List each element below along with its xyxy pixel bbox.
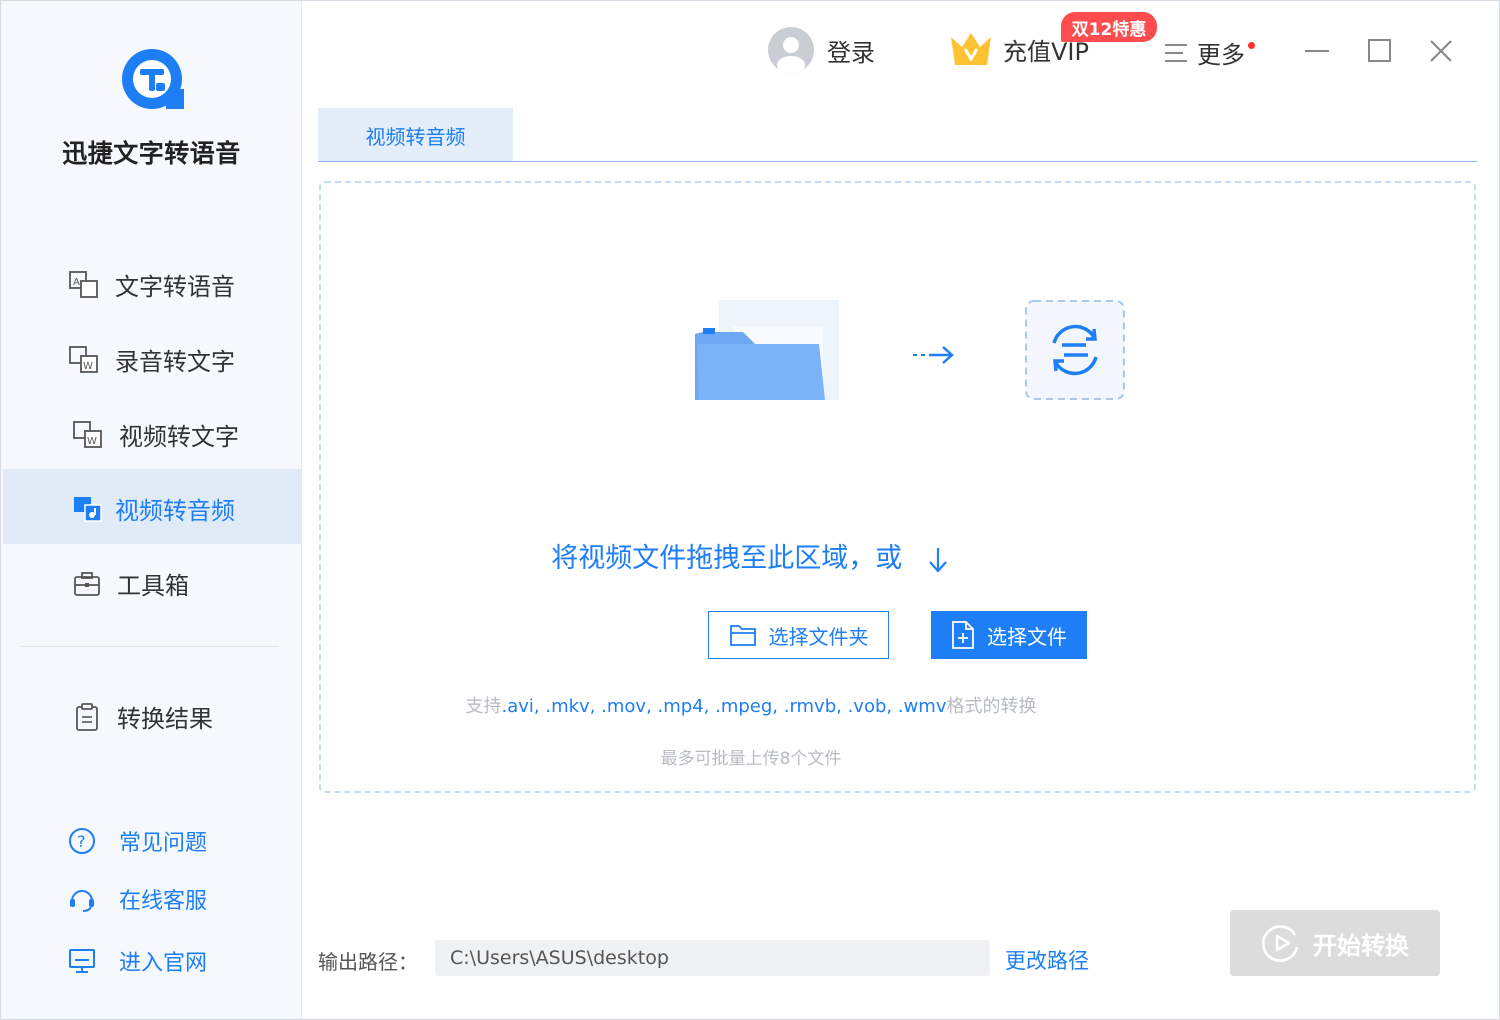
start-convert-button[interactable]: 开始转换 — [1230, 910, 1440, 976]
play-icon — [1262, 925, 1299, 962]
drop-instruction-text: 将视频文件拖拽至此区域，或 — [551, 543, 903, 574]
svg-text:W: W — [83, 361, 93, 372]
help-label: 在线客服 — [119, 889, 208, 914]
nav-label: 视频转音频 — [115, 497, 235, 525]
login-button[interactable]: 登录 — [768, 27, 875, 73]
support-formats: .avi, .mkv, .mov, .mp4, .mpeg, .rmvb, .v… — [501, 696, 947, 717]
help-label: 常见问题 — [119, 831, 208, 856]
svg-text:?: ? — [77, 832, 86, 851]
video-to-text-icon: W — [73, 421, 102, 448]
text-to-speech-icon: A — [69, 271, 98, 298]
user-icon — [777, 37, 805, 73]
more-menu-button[interactable]: 更多 — [1163, 35, 1245, 70]
svg-text:A: A — [73, 277, 80, 288]
login-label: 登录 — [827, 38, 875, 67]
select-file-button[interactable]: 选择文件 — [931, 611, 1087, 659]
close-icon[interactable] — [1421, 31, 1461, 71]
maximize-icon[interactable] — [1359, 31, 1399, 71]
video-to-audio-icon — [74, 497, 102, 522]
help-support[interactable]: 在线客服 — [67, 881, 207, 917]
help-website[interactable]: 进入官网 — [67, 943, 207, 979]
change-path-link[interactable]: 更改路径 — [1005, 945, 1089, 975]
folder-icon — [729, 625, 756, 646]
support-prefix: 支持 — [465, 696, 502, 717]
select-file-label: 选择文件 — [987, 624, 1067, 649]
nav-label: 录音转文字 — [115, 348, 235, 376]
sidebar-divider — [21, 646, 279, 647]
avatar — [768, 27, 814, 73]
nav-item-text-to-speech[interactable]: A 文字转语音 — [3, 245, 301, 320]
monitor-icon — [69, 949, 95, 973]
nav-label: 文字转语音 — [115, 273, 235, 301]
app-logo-icon — [122, 49, 184, 109]
select-folder-label: 选择文件夹 — [768, 624, 869, 649]
nav-item-video-to-text[interactable]: W 视频转文字 — [3, 395, 301, 470]
supported-formats: 支持.avi, .mkv, .mov, .mp4, .mpeg, .rmvb, … — [1, 692, 1500, 718]
sidebar: 迅捷文字转语音 A 文字转语音 W 录音转文字 W 视频转文字 视频转音频 工具… — [1, 1, 302, 1019]
folder-illustration-icon — [695, 300, 839, 400]
audio-to-text-icon: W — [69, 346, 98, 373]
add-file-icon — [952, 621, 974, 649]
drop-instruction: 将视频文件拖拽至此区域，或 — [1, 536, 1499, 575]
support-suffix: 格式的转换 — [946, 696, 1037, 717]
output-path-field[interactable]: C:\Users\ASUS\desktop — [435, 940, 990, 976]
nav-item-audio-to-text[interactable]: W 录音转文字 — [3, 320, 301, 395]
crown-icon — [951, 33, 991, 65]
upload-limit: 最多可批量上传8个文件 — [660, 749, 842, 769]
output-path-label: 输出路径： — [318, 950, 418, 974]
help-label: 进入官网 — [119, 951, 208, 976]
arrow-right-icon — [913, 346, 954, 364]
minimize-icon[interactable] — [1297, 31, 1337, 71]
nav-item-video-to-audio[interactable]: 视频转音频 — [3, 469, 301, 544]
more-label: 更多 — [1197, 41, 1245, 69]
menu-icon — [1165, 43, 1187, 62]
app-window: 迅捷文字转语音 A 文字转语音 W 录音转文字 W 视频转文字 视频转音频 工具… — [0, 0, 1500, 1020]
tab-underline — [318, 161, 1477, 162]
tab-video-to-audio[interactable]: 视频转音频 — [318, 108, 513, 162]
question-icon: ? — [69, 828, 95, 854]
app-name: 迅捷文字转语音 — [62, 139, 241, 168]
convert-icon — [1025, 300, 1125, 400]
start-convert-label: 开始转换 — [1313, 931, 1409, 960]
notification-dot — [1248, 42, 1255, 49]
select-folder-button[interactable]: 选择文件夹 — [708, 611, 889, 659]
svg-text:W: W — [87, 436, 97, 447]
arrow-down-icon — [928, 547, 947, 573]
help-faq[interactable]: ? 常见问题 — [67, 823, 207, 859]
promo-badge: 双12特惠 — [1061, 12, 1157, 42]
nav-label: 视频转文字 — [119, 423, 239, 451]
headset-icon — [70, 890, 94, 912]
